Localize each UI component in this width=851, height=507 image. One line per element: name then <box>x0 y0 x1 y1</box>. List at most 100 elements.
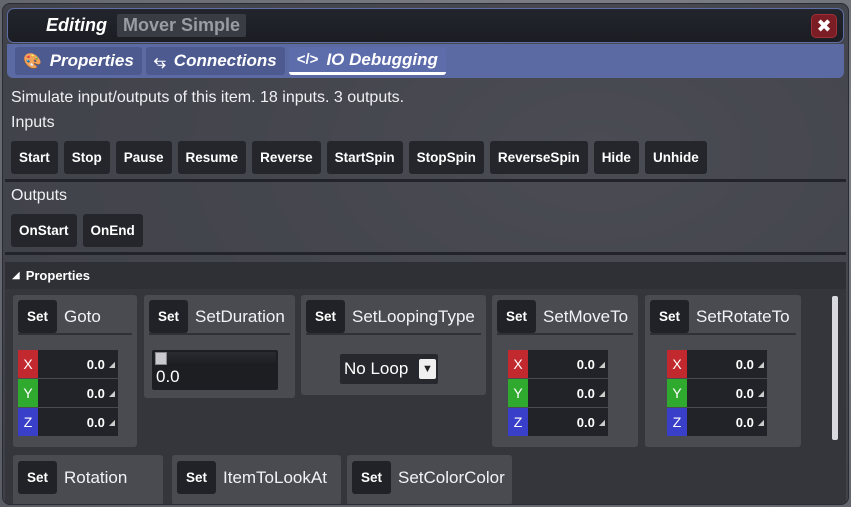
properties-panel: Set Goto X 0.0 ◢ Y 0.0 ◢ Z 0.0 ◢ Set SetDurati… <box>5 289 846 504</box>
card-title: SetLoopingType <box>352 306 475 326</box>
input-start-button[interactable]: Start <box>11 141 58 174</box>
xyz-field: X 0.0 ◢ Y 0.0 ◢ Z 0.0 ◢ <box>18 350 118 437</box>
outputs-label: Outputs <box>11 187 68 204</box>
z-field[interactable]: Z 0.0 ◢ <box>18 408 118 436</box>
chevron-down-icon: ▼ <box>419 359 436 379</box>
code-icon: </> <box>296 51 319 68</box>
card-title: SetColorColor <box>398 467 505 487</box>
set-loopingtype-button[interactable]: Set <box>306 300 345 333</box>
card-title: SetDuration <box>195 306 285 326</box>
card-itemtolookat: Set ItemToLookAt <box>172 455 341 504</box>
slider-handle[interactable] <box>155 352 167 365</box>
y-field[interactable]: Y 0.0 ◢ <box>18 379 118 407</box>
y-field[interactable]: Y 0.0 ◢ <box>508 379 608 407</box>
slider-track <box>154 352 276 366</box>
duration-value: 0.0 <box>156 367 180 386</box>
card-title: ItemToLookAt <box>223 467 327 487</box>
looping-type-dropdown[interactable]: No Loop ▼ <box>340 354 438 384</box>
output-onend-button[interactable]: OnEnd <box>82 214 143 247</box>
dropdown-value: No Loop <box>344 359 409 378</box>
card-header: Set Rotation <box>18 460 158 495</box>
card-header: Set SetLoopingType <box>306 300 481 335</box>
input-reverse-button[interactable]: Reverse <box>252 141 321 174</box>
spinner-icon: ◢ <box>598 359 605 369</box>
axis-y-label: Y <box>508 379 528 407</box>
x-value: 0.0 <box>86 356 105 372</box>
card-title: Rotation <box>64 467 128 487</box>
card-setloopingtype: Set SetLoopingType No Loop ▼ <box>301 295 486 395</box>
properties-header[interactable]: ◢ Properties <box>5 262 846 289</box>
axis-y-label: Y <box>18 379 38 407</box>
card-setcolorcolor: Set SetColorColor <box>347 455 512 504</box>
input-pause-button[interactable]: Pause <box>115 141 172 174</box>
set-rotation-button[interactable]: Set <box>18 461 57 494</box>
tab-connections[interactable]: ⥃ Connections <box>145 47 285 75</box>
close-icon: ✖ <box>816 15 832 36</box>
set-itemtolookat-button[interactable]: Set <box>177 461 216 494</box>
x-field[interactable]: X 0.0 ◢ <box>508 350 608 378</box>
tab-label: Connections <box>173 51 277 70</box>
card-header: Set ItemToLookAt <box>177 460 336 495</box>
editor-window: Editing Mover Simple ✖ 🎨 Properties ⥃ Co… <box>2 3 849 505</box>
set-rotateto-button[interactable]: Set <box>650 300 689 333</box>
spinner-icon: ◢ <box>108 359 115 369</box>
card-rotation: Set Rotation <box>13 455 163 504</box>
set-duration-button[interactable]: Set <box>149 300 188 333</box>
z-field[interactable]: Z 0.0 ◢ <box>508 408 608 436</box>
title-prefix: Editing <box>46 15 107 35</box>
tab-bar: 🎨 Properties ⥃ Connections </> IO Debugg… <box>7 44 844 78</box>
input-hide-button[interactable]: Hide <box>593 141 639 174</box>
output-onstart-button[interactable]: OnStart <box>11 214 77 247</box>
duration-slider[interactable]: 0.0 <box>152 350 278 390</box>
axis-z-label: Z <box>508 408 528 436</box>
x-value: 0.0 <box>735 356 754 372</box>
divider <box>5 179 846 182</box>
inputs-row: Start Stop Pause Resume Reverse StartSpi… <box>11 141 707 174</box>
axis-z-label: Z <box>18 408 38 436</box>
item-name: Mover Simple <box>117 14 247 37</box>
set-moveto-button[interactable]: Set <box>497 300 536 333</box>
title-bar[interactable]: Editing Mover Simple ✖ <box>7 8 844 43</box>
palette-icon: 🎨 <box>23 53 42 70</box>
properties-scrollbar[interactable] <box>832 296 838 440</box>
tab-io-debugging[interactable]: </> IO Debugging <box>288 47 446 75</box>
tab-label: Properties <box>49 51 134 70</box>
xyz-field: X 0.0 ◢ Y 0.0 ◢ Z 0.0 ◢ <box>508 350 608 437</box>
card-header: Set SetDuration <box>149 300 290 335</box>
card-header: Set SetColorColor <box>352 460 507 495</box>
y-value: 0.0 <box>735 385 754 401</box>
set-goto-button[interactable]: Set <box>18 300 57 333</box>
x-field[interactable]: X 0.0 ◢ <box>18 350 118 378</box>
y-value: 0.0 <box>86 385 105 401</box>
divider <box>5 252 846 255</box>
card-header: Set Goto <box>18 300 132 335</box>
spinner-icon: ◢ <box>108 388 115 398</box>
card-header: Set SetMoveTo <box>497 300 633 335</box>
close-button[interactable]: ✖ <box>811 14 837 38</box>
input-reversespin-button[interactable]: ReverseSpin <box>489 141 588 174</box>
y-value: 0.0 <box>576 385 595 401</box>
outputs-row: OnStart OnEnd <box>11 214 143 247</box>
y-field[interactable]: Y 0.0 ◢ <box>667 379 767 407</box>
input-stop-button[interactable]: Stop <box>63 141 110 174</box>
card-setduration: Set SetDuration 0.0 <box>144 295 295 398</box>
card-title: SetMoveTo <box>543 306 629 326</box>
input-startspin-button[interactable]: StartSpin <box>326 141 403 174</box>
input-unhide-button[interactable]: Unhide <box>644 141 707 174</box>
z-value: 0.0 <box>576 414 595 430</box>
input-stopspin-button[interactable]: StopSpin <box>408 141 484 174</box>
axis-x-label: X <box>18 350 38 378</box>
spinner-icon: ◢ <box>598 388 605 398</box>
set-colorcolor-button[interactable]: Set <box>352 461 391 494</box>
collapse-triangle-icon: ◢ <box>12 270 20 281</box>
spinner-icon: ◢ <box>108 417 115 427</box>
x-field[interactable]: X 0.0 ◢ <box>667 350 767 378</box>
tab-properties[interactable]: 🎨 Properties <box>15 47 142 75</box>
card-title: SetRotateTo <box>696 306 790 326</box>
inputs-label: Inputs <box>11 114 55 131</box>
card-title: Goto <box>64 306 101 326</box>
properties-header-label: Properties <box>25 268 91 283</box>
input-resume-button[interactable]: Resume <box>177 141 247 174</box>
z-value: 0.0 <box>735 414 754 430</box>
z-field[interactable]: Z 0.0 ◢ <box>667 408 767 436</box>
